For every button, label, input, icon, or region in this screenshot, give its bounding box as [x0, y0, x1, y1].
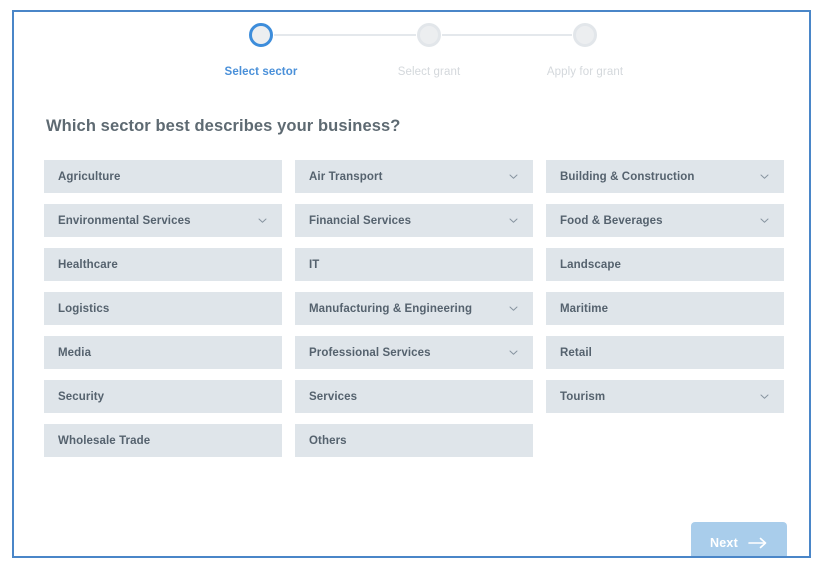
- sector-tile[interactable]: Healthcare: [44, 248, 282, 281]
- sector-tile[interactable]: Security: [44, 380, 282, 413]
- sector-tile[interactable]: Others: [295, 424, 533, 457]
- chevron-down-icon[interactable]: [759, 391, 770, 402]
- chevron-down-icon[interactable]: [508, 303, 519, 314]
- sector-tile[interactable]: Environmental Services: [44, 204, 282, 237]
- page-title: Which sector best describes your busines…: [46, 117, 401, 135]
- sector-row: Logistics Manufacturing & Engineering Mari…: [44, 292, 784, 325]
- sector-tile[interactable]: Agriculture: [44, 160, 282, 193]
- sector-tile-label: IT: [309, 258, 320, 271]
- sector-tile-label: Logistics: [58, 302, 110, 315]
- stepper-step-1[interactable]: Select sector: [171, 20, 351, 78]
- stepper-circle-icon: [417, 23, 441, 47]
- stepper-step-label: Select grant: [397, 66, 461, 78]
- sector-tile[interactable]: Tourism: [546, 380, 784, 413]
- sector-tile-label: Food & Beverages: [560, 214, 663, 227]
- sector-tile-label: Agriculture: [58, 170, 121, 183]
- sector-tile[interactable]: Wholesale Trade: [44, 424, 282, 457]
- stepper-dot-wrap: [495, 20, 675, 52]
- arrow-right-icon: [748, 537, 768, 549]
- sector-row: Agriculture Air Transport Building & Const…: [44, 160, 784, 193]
- sector-tile-label: Environmental Services: [58, 214, 191, 227]
- stepper-circle-icon: [573, 23, 597, 47]
- sector-row: Security Services Tourism: [44, 380, 784, 413]
- stepper-dot-wrap: [171, 20, 351, 52]
- sector-tile[interactable]: Media: [44, 336, 282, 369]
- sector-selection-page: Select sector Select grant Apply for grant…: [0, 0, 829, 577]
- page-frame: Select sector Select grant Apply for grant…: [12, 10, 811, 558]
- sector-row: Healthcare IT Landscape: [44, 248, 784, 281]
- chevron-down-icon[interactable]: [257, 215, 268, 226]
- sector-tile[interactable]: Food & Beverages: [546, 204, 784, 237]
- sector-tile[interactable]: Services: [295, 380, 533, 413]
- stepper-step-label: Select sector: [224, 66, 298, 78]
- sector-tile-label: Financial Services: [309, 214, 412, 227]
- sector-tile-label: Services: [309, 390, 358, 403]
- chevron-down-icon[interactable]: [508, 347, 519, 358]
- stepper-step-2[interactable]: Select grant: [339, 20, 519, 78]
- sector-tile-label: Air Transport: [309, 170, 383, 183]
- sector-tile-label: Retail: [560, 346, 592, 359]
- sector-tile[interactable]: Building & Construction: [546, 160, 784, 193]
- sector-tile-label: Tourism: [560, 390, 606, 403]
- sector-tile-label: Landscape: [560, 258, 621, 271]
- sector-tile-label: Professional Services: [309, 346, 431, 359]
- sector-tile-label: Building & Construction: [560, 170, 695, 183]
- sector-tile[interactable]: Professional Services: [295, 336, 533, 369]
- sector-row: Environmental Services Financial Services…: [44, 204, 784, 237]
- sector-tile-empty: [546, 424, 784, 457]
- sector-tile-label: Media: [58, 346, 92, 359]
- sector-tile-label: Manufacturing & Engineering: [309, 302, 473, 315]
- sector-row: Media Professional Services Retail: [44, 336, 784, 369]
- sector-tile-label: Healthcare: [58, 258, 118, 271]
- sector-tile-label: Wholesale Trade: [58, 434, 151, 447]
- chevron-down-icon[interactable]: [508, 215, 519, 226]
- sector-tile-label: Maritime: [560, 302, 609, 315]
- stepper-step-label: Apply for grant: [546, 66, 624, 78]
- chevron-down-icon[interactable]: [508, 171, 519, 182]
- sector-tile[interactable]: Air Transport: [295, 160, 533, 193]
- sector-row: Wholesale Trade Others: [44, 424, 784, 457]
- sector-tile[interactable]: Manufacturing & Engineering: [295, 292, 533, 325]
- sector-tile[interactable]: Financial Services: [295, 204, 533, 237]
- chevron-down-icon[interactable]: [759, 171, 770, 182]
- sector-tile-label: Others: [309, 434, 347, 447]
- chevron-down-icon[interactable]: [759, 215, 770, 226]
- stepper-step-3[interactable]: Apply for grant: [495, 20, 675, 78]
- sector-tile[interactable]: IT: [295, 248, 533, 281]
- next-button[interactable]: Next: [691, 522, 787, 556]
- sector-tile[interactable]: Maritime: [546, 292, 784, 325]
- sector-tile[interactable]: Landscape: [546, 248, 784, 281]
- sector-grid: Agriculture Air Transport Building & Const…: [44, 160, 784, 468]
- next-button-label: Next: [710, 536, 738, 550]
- progress-stepper: Select sector Select grant Apply for grant: [14, 20, 809, 92]
- stepper-dot-wrap: [339, 20, 519, 52]
- sector-tile[interactable]: Retail: [546, 336, 784, 369]
- sector-tile[interactable]: Logistics: [44, 292, 282, 325]
- stepper-circle-icon: [249, 23, 273, 47]
- sector-tile-label: Security: [58, 390, 105, 403]
